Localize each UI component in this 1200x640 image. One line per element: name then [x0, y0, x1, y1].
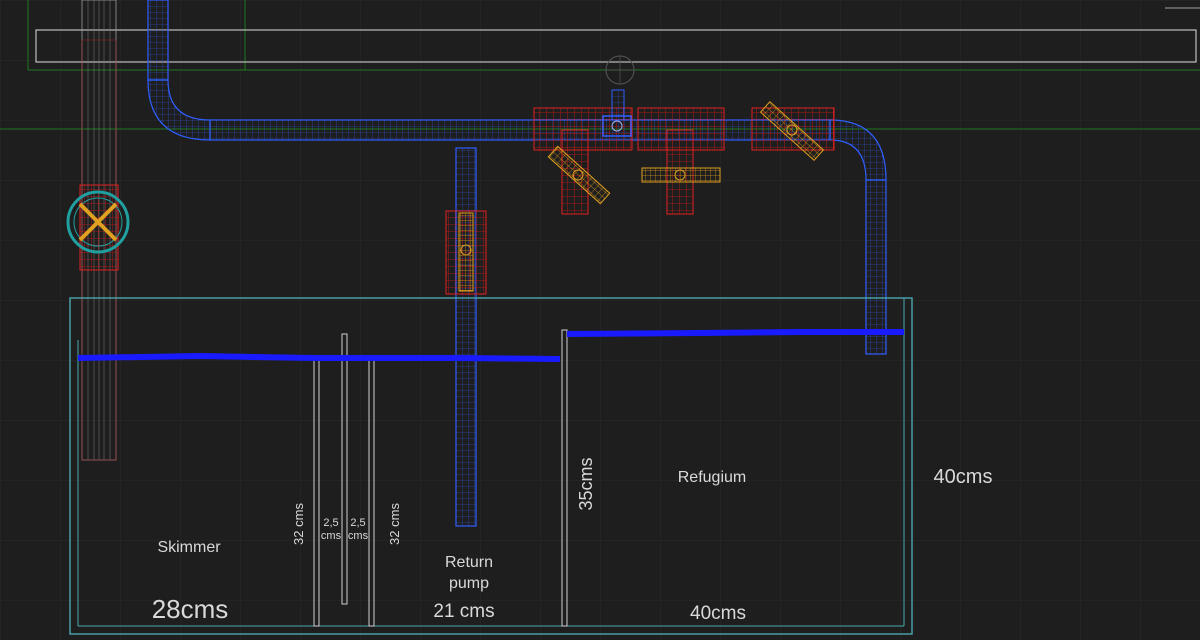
water-level-left [77, 352, 561, 362]
label-tank-height: 40cms [934, 466, 993, 488]
label-baffle-height-left: 32 cms [291, 503, 306, 545]
label-gap-right-2: cms [348, 530, 369, 542]
pump-icon [445, 210, 487, 295]
label-gap-left-2: cms [321, 530, 342, 542]
label-refugium-divider-height: 35cms [576, 457, 596, 510]
label-return-line2: pump [449, 575, 489, 592]
label-return-width: 21 cms [433, 601, 494, 622]
label-refugium-width: 40cms [690, 603, 746, 624]
label-skimmer-width: 28cms [152, 594, 229, 624]
label-baffle-height-right: 32 cms [387, 503, 402, 545]
label-return-line1: Return [445, 554, 493, 571]
label-skimmer: Skimmer [157, 539, 221, 556]
label-refugium: Refugium [678, 469, 746, 486]
label-gap-left-1: 2,5 [323, 517, 338, 529]
water-level-right [566, 329, 904, 337]
label-gap-right-1: 2,5 [350, 517, 365, 529]
sump-diagram: Skimmer Return pump Refugium 32 cms 32 c… [0, 0, 1200, 640]
